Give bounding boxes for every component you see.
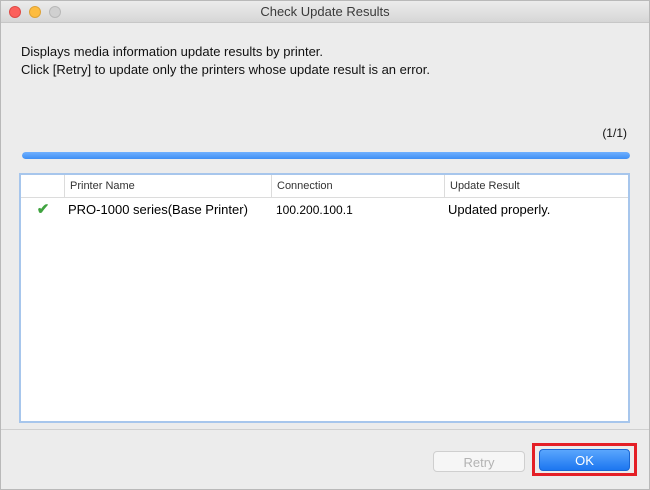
- description-line-1: Displays media information update result…: [21, 44, 324, 59]
- window-title: Check Update Results: [260, 4, 390, 19]
- ok-button[interactable]: OK: [539, 449, 630, 471]
- update-result-cell: Updated properly.: [448, 202, 551, 217]
- progress-counter: (1/1): [602, 126, 627, 140]
- description: Displays media information update result…: [21, 43, 430, 79]
- column-header-update-result[interactable]: Update Result: [444, 175, 628, 197]
- column-header-status[interactable]: [21, 175, 64, 197]
- progress-bar: [22, 152, 630, 159]
- table-row[interactable]: ✔ PRO-1000 series(Base Printer) 100.200.…: [21, 198, 628, 222]
- checkmark-icon: ✔: [36, 201, 50, 218]
- table-header: Printer Name Connection Update Result: [21, 175, 628, 198]
- column-header-printer-name[interactable]: Printer Name: [64, 175, 271, 197]
- description-line-2: Click [Retry] to update only the printer…: [21, 62, 430, 77]
- dialog-window: Check Update Results Displays media info…: [0, 0, 650, 490]
- results-table: Printer Name Connection Update Result ✔ …: [19, 173, 630, 423]
- column-header-connection[interactable]: Connection: [271, 175, 444, 197]
- footer-divider: [1, 429, 649, 430]
- printer-name-cell: PRO-1000 series(Base Printer): [68, 202, 248, 217]
- retry-button[interactable]: Retry: [433, 451, 525, 472]
- title-bar: Check Update Results: [1, 1, 649, 23]
- progress-bar-fill: [22, 152, 630, 159]
- connection-cell: 100.200.100.1: [276, 203, 353, 217]
